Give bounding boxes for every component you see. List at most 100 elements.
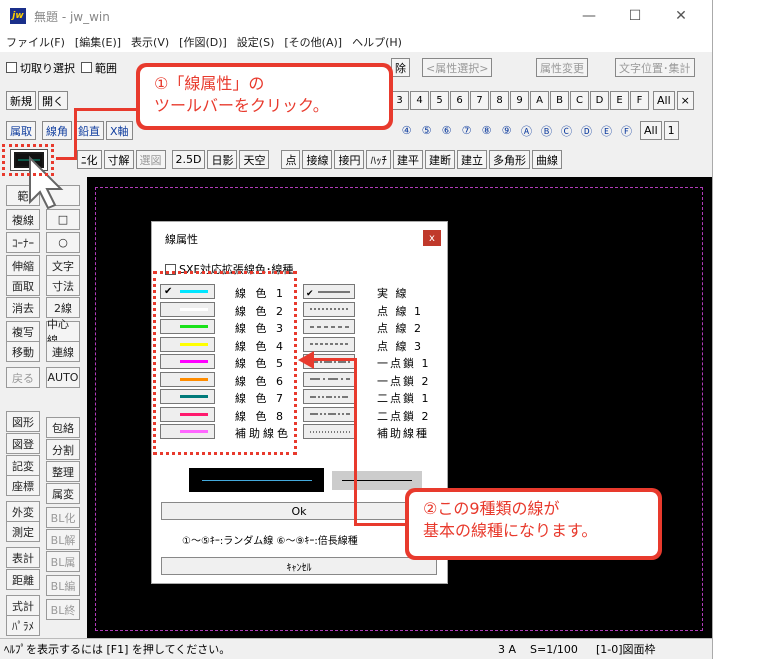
line-type-button-9[interactable] — [303, 424, 355, 439]
tool-button-12[interactable]: 建断 — [424, 150, 455, 169]
left-tool-3a[interactable]: 伸縮 — [6, 255, 40, 276]
left-tool-6a[interactable]: 複写 — [6, 321, 40, 342]
layer-button-c[interactable]: C — [570, 91, 589, 110]
layer-button-a[interactable]: A — [530, 91, 549, 110]
range-checkbox[interactable] — [81, 62, 92, 73]
left-tool-1b[interactable]: □ — [46, 209, 80, 230]
left-tool-16b[interactable]: BL編 — [46, 575, 80, 596]
group-button-9[interactable]: ⑨ — [497, 121, 516, 140]
status-layer[interactable]: [1-0]図面枠 — [596, 641, 656, 657]
left-tool-17b[interactable]: BL終 — [46, 599, 80, 620]
text-pos-button[interactable]: 文字位置･集計 — [615, 58, 695, 77]
menu-file[interactable]: ファイル(F) — [6, 34, 65, 50]
line-angle-button[interactable]: 線角 — [42, 121, 72, 140]
menu-draw[interactable]: [作図(D)] — [179, 34, 227, 50]
remove-button[interactable]: 除 — [391, 58, 410, 77]
tool-button-1[interactable]: ﾆ化 — [77, 150, 102, 169]
tool-button-14[interactable]: 多角形 — [488, 150, 530, 169]
layer-button-5[interactable]: 5 — [430, 91, 449, 110]
line-type-button-2[interactable] — [303, 301, 355, 317]
status-scale[interactable]: S=1/100 — [530, 643, 578, 656]
menu-settings[interactable]: 設定(S) — [237, 34, 275, 50]
left-tool-2b[interactable]: ○ — [46, 232, 80, 253]
layer-button-f[interactable]: F — [630, 91, 649, 110]
tool-button-15[interactable]: 曲線 — [531, 150, 562, 169]
cancel-button[interactable]: ｷｬﾝｾﾙ — [161, 557, 437, 575]
attr-select-button[interactable]: <属性選択> — [422, 58, 493, 77]
close-icon[interactable]: ✕ — [658, 0, 704, 32]
line-type-button-6[interactable] — [303, 371, 355, 387]
group-button-e[interactable]: Ⓔ — [597, 121, 616, 140]
menu-help[interactable]: ヘルプ(H) — [352, 34, 402, 50]
left-tool-17a[interactable]: 式計 — [6, 595, 40, 616]
left-tool-1a[interactable]: 複線 — [6, 209, 40, 230]
group-button-d[interactable]: Ⓓ — [577, 121, 596, 140]
left-tool-8b[interactable]: AUTO — [46, 367, 80, 388]
layer-x-button[interactable]: × — [676, 91, 694, 110]
group-button-4[interactable]: ④ — [397, 121, 416, 140]
group-button-b[interactable]: Ⓑ — [537, 121, 556, 140]
left-tool-15b[interactable]: BL属 — [46, 551, 80, 572]
tool-button-6[interactable]: 天空 — [239, 150, 270, 169]
vertical-button[interactable]: 鉛直 — [74, 121, 104, 140]
left-tool-13b[interactable]: BL化 — [46, 507, 80, 528]
x-axis-button[interactable]: X軸 — [106, 121, 133, 140]
status-paper-size[interactable]: 3 A — [498, 643, 516, 656]
left-tool-15a[interactable]: 表計 — [6, 547, 40, 568]
new-button[interactable]: 新規 — [6, 91, 36, 110]
layer-all-button[interactable]: All — [653, 91, 675, 110]
minimize-icon[interactable]: — — [566, 0, 612, 32]
group-button-a[interactable]: Ⓐ — [517, 121, 536, 140]
attr-get-button[interactable]: 属取 — [6, 121, 36, 140]
left-tool-4b[interactable]: 寸法 — [46, 275, 80, 296]
tool-button-7[interactable]: 点 — [281, 150, 301, 169]
group-button-8[interactable]: ⑧ — [477, 121, 496, 140]
group-button-c[interactable]: Ⓒ — [557, 121, 576, 140]
left-tool-7b[interactable]: 連線 — [46, 341, 80, 362]
group-button-6[interactable]: ⑥ — [437, 121, 456, 140]
tool-button-3[interactable]: 選図 — [135, 150, 166, 169]
left-tool-12b[interactable]: 属変 — [46, 483, 80, 504]
layer-button-8[interactable]: 8 — [490, 91, 509, 110]
tool-button-9[interactable]: 接円 — [334, 150, 365, 169]
line-type-button-7[interactable] — [303, 389, 355, 404]
layer-button-d[interactable]: D — [590, 91, 609, 110]
menu-view[interactable]: 表示(V) — [131, 34, 169, 50]
left-tool-18a[interactable]: ﾊﾟﾗﾒ — [6, 615, 40, 636]
layer-button-4[interactable]: 4 — [410, 91, 429, 110]
tool-button-8[interactable]: 接線 — [302, 150, 333, 169]
menu-edit[interactable]: [編集(E)] — [75, 34, 121, 50]
left-tool-14a[interactable]: 測定 — [6, 521, 40, 542]
left-tool-9a[interactable]: 図形 — [6, 411, 40, 432]
left-tool-12a[interactable]: 座標 — [6, 475, 40, 496]
menu-other[interactable]: [その他(A)] — [284, 34, 342, 50]
line-type-button-8[interactable] — [303, 406, 355, 422]
group-one-button[interactable]: 1 — [663, 121, 679, 140]
tool-button-2[interactable]: 寸解 — [103, 150, 134, 169]
left-tool-8a[interactable]: 戻る — [6, 367, 40, 388]
group-button-7[interactable]: ⑦ — [457, 121, 476, 140]
left-tool-5a[interactable]: 消去 — [6, 297, 40, 318]
left-tool-11b[interactable]: 整理 — [46, 461, 80, 482]
cut-select-checkbox[interactable] — [6, 62, 17, 73]
tool-button-13[interactable]: 建立 — [456, 150, 487, 169]
left-tool-3b[interactable]: 文字 — [46, 255, 80, 276]
layer-button-7[interactable]: 7 — [470, 91, 489, 110]
left-tool-6b[interactable]: 中心線 — [46, 318, 80, 347]
line-type-button-4[interactable] — [303, 336, 355, 352]
left-tool-7a[interactable]: 移動 — [6, 341, 40, 362]
group-all-button[interactable]: All — [640, 121, 662, 140]
tool-button-5[interactable]: 日影 — [207, 150, 238, 169]
left-tool-13a[interactable]: 外変 — [6, 501, 40, 522]
layer-button-9[interactable]: 9 — [510, 91, 529, 110]
layer-button-b[interactable]: B — [550, 91, 569, 110]
line-type-button-3[interactable] — [303, 319, 355, 334]
left-tool-11a[interactable]: 記変 — [6, 455, 40, 476]
group-button-5[interactable]: ⑤ — [417, 121, 436, 140]
tool-button-11[interactable]: 建平 — [392, 150, 423, 169]
ok-button[interactable]: Ok — [161, 502, 437, 520]
open-button[interactable]: 開く — [38, 91, 68, 110]
attr-change-button[interactable]: 属性変更 — [536, 58, 588, 77]
layer-button-e[interactable]: E — [610, 91, 629, 110]
left-tool-16a[interactable]: 距離 — [6, 569, 40, 590]
